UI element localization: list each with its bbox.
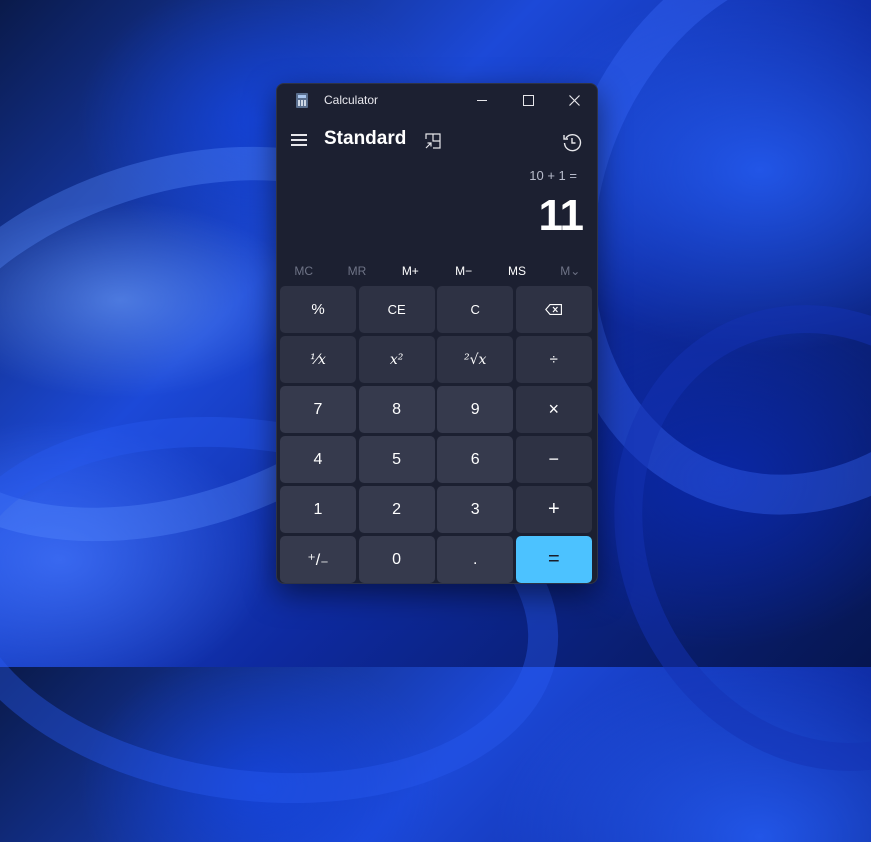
memory-recall-button[interactable]: MR xyxy=(330,260,383,282)
memory-store-button[interactable]: MS xyxy=(490,260,543,282)
close-button[interactable] xyxy=(551,84,597,116)
digit-8-button[interactable]: 8 xyxy=(358,386,435,433)
add-button[interactable]: + xyxy=(515,486,592,533)
calculator-window: Calculator Standard 10 + 1 = 11 MC MR M+… xyxy=(276,83,598,584)
divide-button[interactable]: ÷ xyxy=(515,336,592,383)
clear-button[interactable]: C xyxy=(437,286,514,333)
equals-button[interactable]: = xyxy=(515,536,592,583)
negate-button[interactable]: ⁺/₋ xyxy=(280,536,356,583)
navigation-menu-button[interactable] xyxy=(291,133,307,147)
backspace-button[interactable] xyxy=(515,286,592,333)
memory-list-button[interactable]: M⌄ xyxy=(544,260,597,282)
digit-1-button[interactable]: 1 xyxy=(280,486,356,533)
percent-button[interactable]: % xyxy=(280,286,356,333)
memory-subtract-button[interactable]: M− xyxy=(437,260,490,282)
square-button[interactable]: x² xyxy=(358,336,435,383)
subtract-button[interactable]: − xyxy=(515,436,592,483)
digit-3-button[interactable]: 3 xyxy=(437,486,514,533)
expression-display: 10 + 1 = xyxy=(529,168,577,183)
history-button[interactable] xyxy=(561,131,583,153)
digit-6-button[interactable]: 6 xyxy=(437,436,514,483)
decimal-button[interactable]: . xyxy=(437,536,514,583)
clear-entry-button[interactable]: CE xyxy=(358,286,435,333)
digit-4-button[interactable]: 4 xyxy=(280,436,356,483)
memory-clear-button[interactable]: MC xyxy=(277,260,330,282)
digit-7-button[interactable]: 7 xyxy=(280,386,356,433)
memory-add-button[interactable]: M+ xyxy=(384,260,437,282)
keep-on-top-icon xyxy=(425,133,441,149)
keypad: % CE C ⅟x x² ²√x ÷ 7 8 9 × 4 5 6 − 1 2 3… xyxy=(280,286,593,583)
keep-on-top-button[interactable] xyxy=(424,132,442,150)
square-root-button[interactable]: ²√x xyxy=(437,336,514,383)
maximize-icon xyxy=(522,94,534,106)
minimize-button[interactable] xyxy=(459,84,505,116)
reciprocal-button[interactable]: ⅟x xyxy=(280,336,356,383)
backspace-icon xyxy=(545,304,563,315)
mode-title: Standard xyxy=(324,128,407,149)
memory-row: MC MR M+ M− MS M⌄ xyxy=(277,260,597,282)
history-icon xyxy=(563,134,582,152)
window-title: Calculator xyxy=(324,93,379,107)
digit-5-button[interactable]: 5 xyxy=(358,436,435,483)
digit-2-button[interactable]: 2 xyxy=(358,486,435,533)
calculator-header: Standard xyxy=(277,122,597,160)
maximize-button[interactable] xyxy=(505,84,551,116)
multiply-button[interactable]: × xyxy=(515,386,592,433)
minimize-icon xyxy=(477,99,487,101)
calculator-app-icon xyxy=(296,93,308,108)
result-display: 11 xyxy=(538,191,584,240)
close-icon xyxy=(568,94,580,106)
digit-0-button[interactable]: 0 xyxy=(358,536,435,583)
digit-9-button[interactable]: 9 xyxy=(437,386,514,433)
title-bar[interactable]: Calculator xyxy=(277,84,597,116)
